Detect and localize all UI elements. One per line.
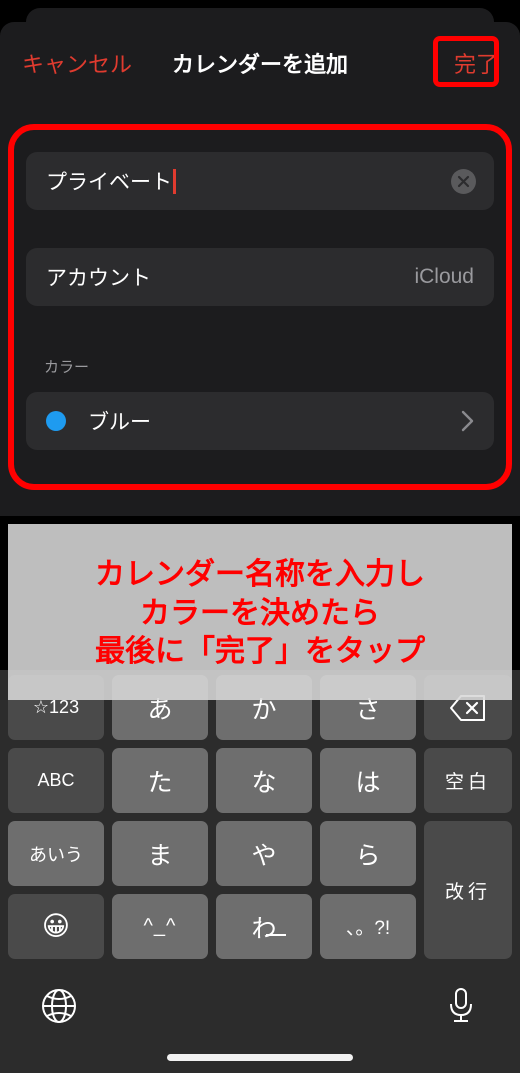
color-row[interactable]: ブルー bbox=[26, 392, 494, 450]
done-button[interactable]: 完了 bbox=[454, 47, 498, 79]
key-kaomoji[interactable]: ^_^ bbox=[112, 894, 208, 959]
key-ya-row[interactable]: や bbox=[216, 821, 312, 886]
annotation-line-1: カレンダー名称を入力し bbox=[95, 558, 425, 592]
key-return[interactable]: 改行 bbox=[424, 821, 512, 959]
keyboard-bottom-bar bbox=[0, 967, 520, 1073]
smiley-face-icon: 😀 bbox=[41, 911, 71, 941]
keyboard-grid: ☆123 あ か さ ABC た な は 空白 あいう ま や ら 改行 😀 ^… bbox=[8, 675, 512, 967]
globe-icon[interactable] bbox=[38, 985, 80, 1027]
color-name-value: ブルー bbox=[88, 411, 151, 434]
account-row[interactable]: アカウント iCloud bbox=[26, 248, 494, 306]
keyboard: ☆123 あ か さ ABC た な は 空白 あいう ま や ら 改行 😀 ^… bbox=[0, 670, 520, 1073]
key-wa-row-glyph: わ bbox=[251, 909, 286, 945]
key-na-row[interactable]: な bbox=[216, 748, 312, 813]
clear-text-icon[interactable] bbox=[451, 168, 476, 194]
key-ra-row[interactable]: ら bbox=[320, 821, 416, 886]
color-section-header: カラー bbox=[44, 359, 90, 376]
key-emoji[interactable]: 😀 bbox=[8, 894, 104, 959]
key-ta-row[interactable]: た bbox=[112, 748, 208, 813]
page-title: カレンダーを追加 bbox=[171, 52, 348, 77]
key-wa-row[interactable]: わ bbox=[216, 894, 312, 959]
form-area: プライベート アカウント iCloud カラー ブルー bbox=[0, 104, 520, 516]
key-ha-row[interactable]: は bbox=[320, 748, 416, 813]
home-indicator bbox=[167, 1054, 353, 1061]
microphone-icon[interactable] bbox=[440, 985, 482, 1027]
color-swatch-icon bbox=[46, 411, 66, 431]
key-abc[interactable]: ABC bbox=[8, 748, 104, 813]
calendar-name-value: プライベート bbox=[46, 171, 172, 194]
text-caret bbox=[173, 168, 176, 194]
chevron-right-icon bbox=[461, 410, 474, 432]
annotation-line-3: 最後に「完了」をタップ bbox=[95, 635, 425, 669]
navigation-bar: キャンセル カレンダーを追加 完了 bbox=[0, 22, 520, 104]
calendar-name-field[interactable]: プライベート bbox=[26, 152, 494, 210]
phone-screen: キャンセル カレンダーを追加 完了 プライベート アカウント iCloud カラ… bbox=[0, 0, 520, 1073]
account-label: アカウント bbox=[46, 267, 151, 290]
annotation-overlay: カレンダー名称を入力し カラーを決めたら 最後に「完了」をタップ bbox=[8, 524, 512, 700]
underscore-mark bbox=[265, 933, 286, 936]
annotation-line-2: カラーを決めたら bbox=[140, 596, 380, 630]
account-value: iCloud bbox=[414, 265, 474, 288]
key-space[interactable]: 空白 bbox=[424, 748, 512, 813]
key-kana-mode[interactable]: あいう bbox=[8, 821, 104, 886]
key-ma-row[interactable]: ま bbox=[112, 821, 208, 886]
key-punctuation[interactable]: 、。?! bbox=[320, 894, 416, 959]
